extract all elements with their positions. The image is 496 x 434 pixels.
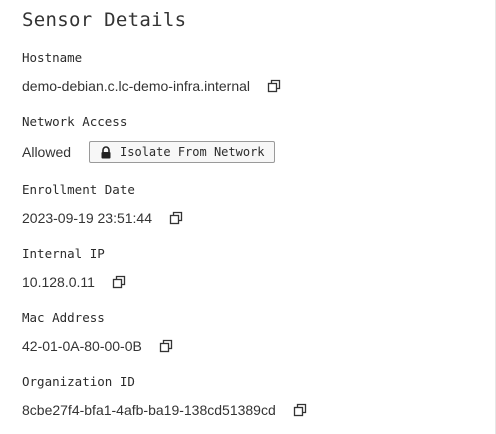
- internal-ip-value-row: 10.128.0.11: [22, 274, 126, 290]
- mac-address-value: 42-01-0A-80-00-0B: [22, 338, 142, 354]
- internal-ip-label: Internal IP: [22, 246, 105, 261]
- hostname-value: demo-debian.c.lc-demo-infra.internal: [22, 78, 250, 94]
- copy-icon[interactable]: [112, 275, 126, 289]
- page-title: Sensor Details: [22, 9, 187, 31]
- isolate-from-network-label: Isolate From Network: [120, 145, 265, 159]
- mac-address-label: Mac Address: [22, 310, 105, 325]
- isolate-from-network-button[interactable]: Isolate From Network: [89, 141, 275, 163]
- organization-id-value: 8cbe27f4-bfa1-4afb-ba19-138cd51389cd: [22, 402, 276, 418]
- sensor-details-panel: Sensor Details Hostname demo-debian.c.lc…: [0, 0, 496, 434]
- organization-id-label: Organization ID: [22, 374, 135, 389]
- copy-icon[interactable]: [169, 211, 183, 225]
- enrollment-date-value: 2023-09-19 23:51:44: [22, 210, 152, 226]
- network-access-value-row: Allowed Isolate From Network: [22, 141, 275, 163]
- copy-icon[interactable]: [267, 79, 281, 93]
- copy-icon[interactable]: [159, 339, 173, 353]
- mac-address-value-row: 42-01-0A-80-00-0B: [22, 338, 173, 354]
- internal-ip-value: 10.128.0.11: [22, 274, 95, 290]
- organization-id-value-row: 8cbe27f4-bfa1-4afb-ba19-138cd51389cd: [22, 402, 307, 418]
- copy-icon[interactable]: [293, 403, 307, 417]
- hostname-label: Hostname: [22, 50, 83, 65]
- enrollment-date-value-row: 2023-09-19 23:51:44: [22, 210, 183, 226]
- enrollment-date-label: Enrollment Date: [22, 182, 135, 197]
- network-access-label: Network Access: [22, 114, 128, 129]
- hostname-value-row: demo-debian.c.lc-demo-infra.internal: [22, 78, 281, 94]
- network-access-value: Allowed: [22, 144, 72, 160]
- lock-icon: [100, 145, 112, 159]
